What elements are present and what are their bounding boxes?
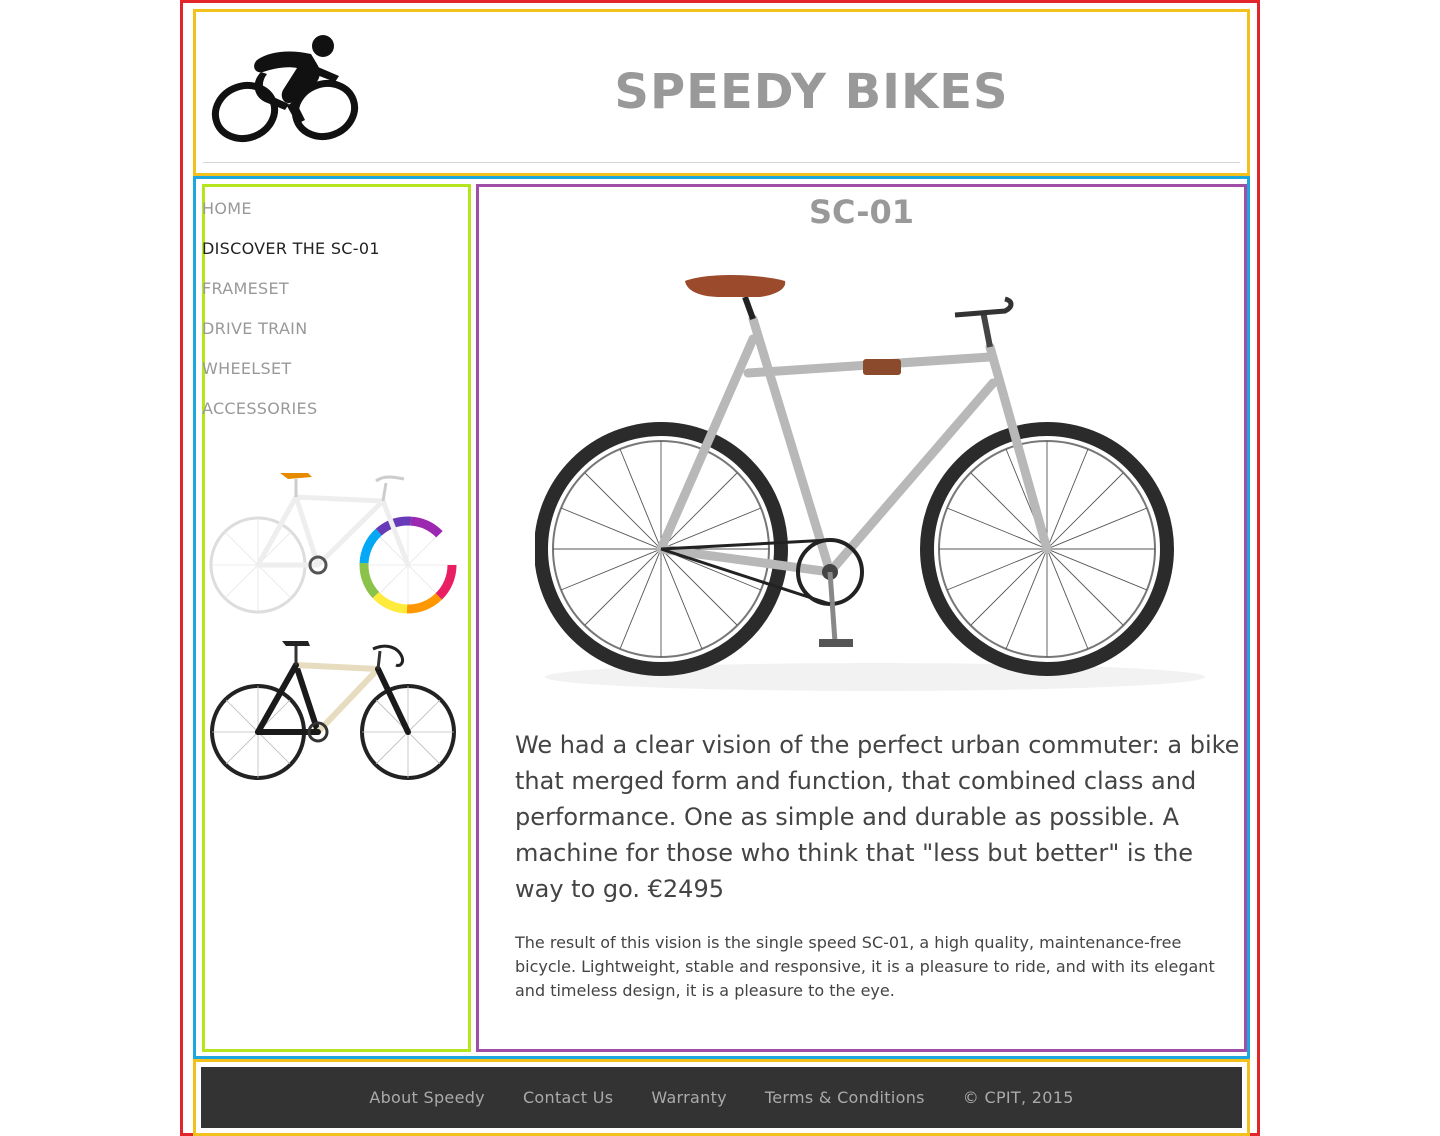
product-title: SC-01 <box>808 193 915 231</box>
white-rainbow-fixie-image[interactable] <box>208 465 460 620</box>
silver-single-speed-bike-image <box>534 267 1225 697</box>
header-divider <box>203 162 1240 163</box>
product-body-text: The result of this vision is the single … <box>515 933 1215 1000</box>
sidebar-nav: HOME DISCOVER THE SC-01 FRAMESET DRIVE T… <box>202 199 380 439</box>
site-footer: About Speedy Contact Us Warranty Terms &… <box>201 1067 1242 1128</box>
site-title: SPEEDY BIKES <box>614 64 1009 120</box>
footer-link-contact[interactable]: Contact Us <box>523 1088 613 1107</box>
sidebar: HOME DISCOVER THE SC-01 FRAMESET DRIVE T… <box>202 184 471 1052</box>
site-header: SPEEDY BIKES <box>193 9 1250 176</box>
footer-link-warranty[interactable]: Warranty <box>651 1088 727 1107</box>
nav-item-wheelset[interactable]: WHEELSET <box>202 359 380 399</box>
product-lead-text: We had a clear vision of the perfect urb… <box>515 731 1240 903</box>
footer-copyright: © CPIT, 2015 <box>962 1088 1074 1107</box>
main-content: SC-01 We had a clear vision of the perfe… <box>476 184 1247 1052</box>
footer-link-about[interactable]: About Speedy <box>369 1088 485 1107</box>
nav-item-drive-train[interactable]: DRIVE TRAIN <box>202 319 380 359</box>
nav-item-frameset[interactable]: FRAMESET <box>202 279 380 319</box>
cyclist-logo-icon[interactable] <box>205 20 365 165</box>
nav-item-home[interactable]: HOME <box>202 199 380 239</box>
nav-item-discover-sc-01[interactable]: DISCOVER THE SC-01 <box>202 239 380 279</box>
nav-item-accessories[interactable]: ACCESSORIES <box>202 399 380 439</box>
footer-frame: About Speedy Contact Us Warranty Terms &… <box>193 1059 1250 1136</box>
footer-link-terms[interactable]: Terms & Conditions <box>765 1088 925 1107</box>
content-area: HOME DISCOVER THE SC-01 FRAMESET DRIVE T… <box>193 176 1250 1059</box>
page-frame: SPEEDY BIKES HOME DISCOVER THE SC-01 FRA… <box>180 0 1260 1136</box>
black-cream-track-bike-image[interactable] <box>208 627 460 797</box>
